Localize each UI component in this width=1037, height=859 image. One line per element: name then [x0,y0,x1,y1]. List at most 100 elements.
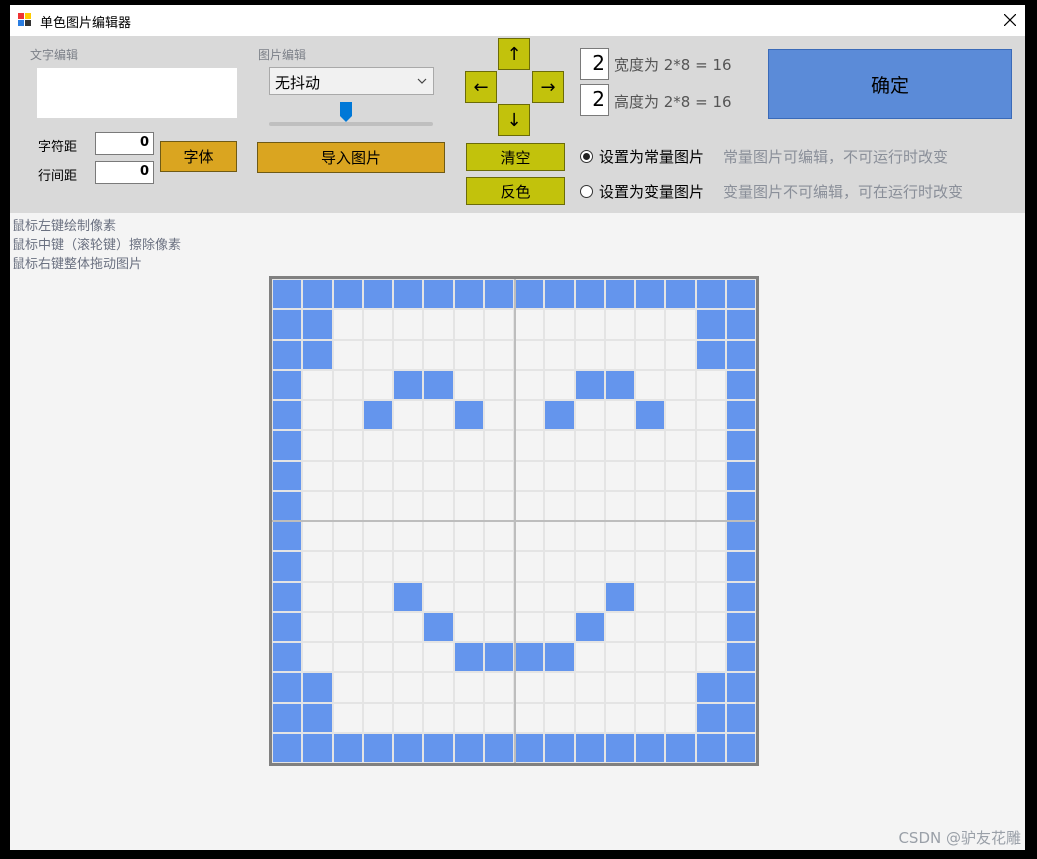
pixel-cell[interactable] [544,672,575,703]
confirm-button[interactable]: 确定 [768,49,1012,119]
pixel-cell[interactable] [453,430,484,461]
pixel-cell[interactable] [423,400,454,431]
pixel-cell[interactable] [635,581,666,612]
pixel-cell[interactable] [635,702,666,733]
pixel-cell[interactable] [604,551,635,582]
pixel-cell[interactable] [635,460,666,491]
pixel-cell[interactable] [272,642,303,673]
pixel-cell[interactable] [604,611,635,642]
pixel-cell[interactable] [544,460,575,491]
pixel-cell[interactable] [514,732,545,763]
pixel-cell[interactable] [635,279,666,310]
pixel-cell[interactable] [514,521,545,552]
pixel-cell[interactable] [514,702,545,733]
pixel-cell[interactable] [332,490,363,521]
pixel-cell[interactable] [332,672,363,703]
pixel-cell[interactable] [362,521,393,552]
pixel-cell[interactable] [574,702,605,733]
pixel-cell[interactable] [604,339,635,370]
pixel-cell[interactable] [483,642,514,673]
pixel-cell[interactable] [423,369,454,400]
pixel-cell[interactable] [695,702,726,733]
pixel-cell[interactable] [393,400,424,431]
pixel-cell[interactable] [544,430,575,461]
pixel-cell[interactable] [453,732,484,763]
import-image-button[interactable]: 导入图片 [257,142,445,173]
pixel-cell[interactable] [604,521,635,552]
pixel-cell[interactable] [544,702,575,733]
pixel-cell[interactable] [453,551,484,582]
pixel-cell[interactable] [393,460,424,491]
pixel-cell[interactable] [302,611,333,642]
pixel-cell[interactable] [725,642,756,673]
pixel-cell[interactable] [695,732,726,763]
pixel-cell[interactable] [272,490,303,521]
pixel-cell[interactable] [514,460,545,491]
move-down-button[interactable]: ↓ [498,104,530,136]
pixel-cell[interactable] [362,460,393,491]
pixel-cell[interactable] [574,551,605,582]
pixel-cell[interactable] [453,702,484,733]
pixel-cell[interactable] [514,551,545,582]
pixel-cell[interactable] [604,702,635,733]
pixel-cell[interactable] [665,430,696,461]
pixel-cell[interactable] [635,490,666,521]
pixel-cell[interactable] [604,400,635,431]
pixel-cell[interactable] [665,732,696,763]
pixel-cell[interactable] [272,521,303,552]
pixel-cell[interactable] [695,642,726,673]
pixel-cell[interactable] [544,279,575,310]
pixel-cell[interactable] [635,732,666,763]
pixel-cell[interactable] [302,581,333,612]
pixel-cell[interactable] [332,581,363,612]
pixel-cell[interactable] [483,430,514,461]
pixel-cell[interactable] [665,309,696,340]
pixel-cell[interactable] [272,672,303,703]
move-up-button[interactable]: ↑ [498,38,530,70]
pixel-cell[interactable] [362,702,393,733]
pixel-cell[interactable] [332,611,363,642]
pixel-cell[interactable] [725,460,756,491]
pixel-cell[interactable] [483,521,514,552]
pixel-cell[interactable] [332,521,363,552]
pixel-cell[interactable] [635,672,666,703]
pixel-cell[interactable] [332,309,363,340]
pixel-cell[interactable] [604,732,635,763]
pixel-cell[interactable] [393,279,424,310]
pixel-cell[interactable] [393,581,424,612]
pixel-cell[interactable] [604,369,635,400]
pixel-cell[interactable] [695,400,726,431]
pixel-cell[interactable] [423,702,454,733]
pixel-cell[interactable] [453,369,484,400]
pixel-cell[interactable] [483,309,514,340]
invert-button[interactable]: 反色 [466,177,565,205]
pixel-cell[interactable] [272,460,303,491]
pixel-cell[interactable] [544,490,575,521]
pixel-cell[interactable] [483,369,514,400]
pixel-cell[interactable] [332,279,363,310]
pixel-cell[interactable] [635,369,666,400]
pixel-cell[interactable] [423,521,454,552]
pixel-cell[interactable] [665,581,696,612]
pixel-cell[interactable] [272,581,303,612]
pixel-cell[interactable] [604,430,635,461]
pixel-cell[interactable] [302,672,333,703]
pixel-cell[interactable] [725,551,756,582]
pixel-cell[interactable] [574,611,605,642]
pixel-cell[interactable] [393,642,424,673]
pixel-cell[interactable] [362,430,393,461]
pixel-cell[interactable] [635,400,666,431]
line-spacing-input[interactable]: 0 [95,161,154,184]
pixel-cell[interactable] [483,581,514,612]
pixel-cell[interactable] [725,702,756,733]
pixel-cell[interactable] [302,400,333,431]
pixel-grid[interactable] [269,276,759,766]
pixel-cell[interactable] [393,611,424,642]
pixel-cell[interactable] [604,309,635,340]
pixel-cell[interactable] [393,309,424,340]
pixel-cell[interactable] [514,339,545,370]
pixel-cell[interactable] [665,642,696,673]
pixel-cell[interactable] [393,702,424,733]
pixel-cell[interactable] [483,732,514,763]
pixel-cell[interactable] [544,732,575,763]
